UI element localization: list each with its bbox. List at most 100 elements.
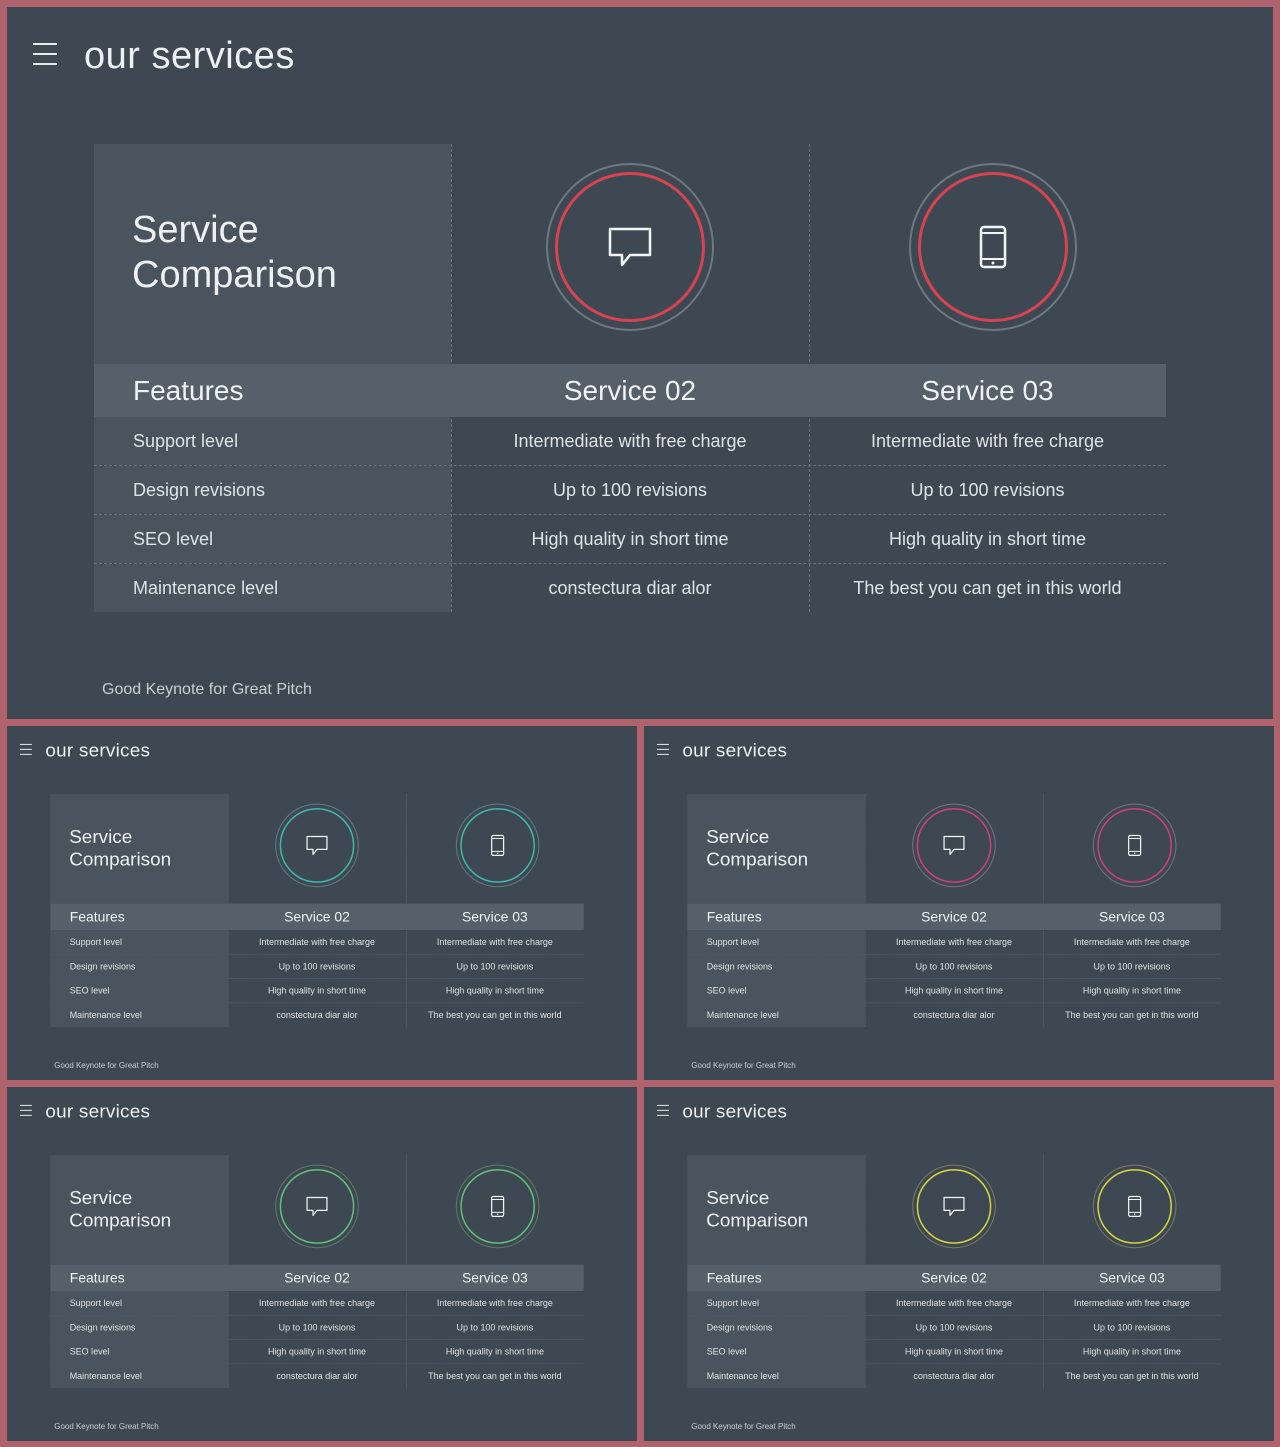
slide-inner: our services Service Comparison Features… — [7, 7, 1273, 719]
service-02-value: High quality in short time — [904, 1346, 1004, 1357]
table-header-row: Features Service 02 Service 03 — [50, 1264, 584, 1292]
mobile-phone-icon — [979, 225, 1007, 269]
service-03-badge — [1092, 1164, 1177, 1249]
table-row: Design revisions Up to 100 revisions Up … — [50, 954, 584, 979]
feature-label: Design revisions — [706, 961, 773, 972]
slide-thumbnail-magenta[interactable]: our services Service Comparison Features… — [644, 726, 1274, 1080]
service-02-value: High quality in short time — [267, 1346, 367, 1357]
feature-label: Support level — [69, 936, 122, 947]
table-row: Support level Intermediate with free cha… — [687, 1291, 1221, 1316]
service-03-value: The best you can get in this world — [1065, 1010, 1199, 1021]
hamburger-menu-icon[interactable] — [656, 1104, 669, 1117]
service-03-value: Up to 100 revisions — [456, 961, 534, 972]
hamburger-menu-icon[interactable] — [33, 43, 57, 67]
header-service-02: Service 02 — [921, 1270, 987, 1286]
table-row: SEO level High quality in short time Hig… — [687, 1339, 1221, 1365]
footer-tagline: Good Keynote for Great Pitch — [691, 1422, 796, 1431]
feature-label: Maintenance level — [706, 1010, 779, 1021]
header-service-03: Service 03 — [1098, 909, 1165, 925]
table-row: Support level Intermediate with free cha… — [50, 930, 584, 955]
service-02-badge — [275, 1164, 359, 1249]
service-02-badge — [546, 163, 714, 331]
service-02-value: Intermediate with free charge — [259, 936, 376, 947]
header-features: Features — [706, 909, 762, 925]
table-row: Maintenance level constectura diar alor … — [50, 1364, 583, 1389]
table-header-row: Features Service 02 Service 03 — [94, 364, 1166, 417]
table-row: SEO level High quality in short time Hig… — [94, 515, 1166, 564]
slide-title: our services — [45, 1100, 151, 1122]
comparison-title: Service Comparison — [69, 1187, 172, 1231]
service-03-value: Intermediate with free charge — [436, 1297, 553, 1308]
header-features: Features — [706, 1270, 762, 1286]
hamburger-menu-icon[interactable] — [19, 1104, 32, 1117]
comparison-table: Service Comparison Features Service 02 S… — [94, 144, 1166, 612]
service-02-value: High quality in short time — [904, 985, 1004, 996]
feature-label: SEO level — [706, 1346, 747, 1357]
table-body: Support level Intermediate with free cha… — [687, 930, 1221, 1028]
slide-inner: our services Service Comparison Features… — [644, 1087, 1274, 1441]
slide-inner: our services Service Comparison Features… — [7, 726, 637, 1080]
slide-inner: our services Service Comparison Features… — [644, 726, 1274, 1080]
table-row: Support level Intermediate with free cha… — [94, 417, 1166, 466]
service-02-value: High quality in short time — [267, 985, 367, 996]
slide-main[interactable]: our services Service Comparison Features… — [7, 7, 1273, 719]
service-03-badge — [455, 1164, 540, 1249]
slide-thumbnail-teal[interactable]: our services Service Comparison Features… — [7, 726, 637, 1080]
feature-label: Support level — [133, 431, 239, 451]
comparison-title: Service Comparison — [706, 1187, 809, 1231]
slide-title: our services — [84, 35, 295, 77]
service-03-value: The best you can get in this world — [1065, 1371, 1199, 1382]
service-02-value: constectura diar alor — [276, 1371, 358, 1382]
table-head-panel: Service Comparison — [50, 1155, 228, 1265]
service-02-value: Up to 100 revisions — [278, 961, 356, 972]
header-service-02: Service 02 — [284, 909, 350, 925]
table-body: Support level Intermediate with free cha… — [687, 1291, 1221, 1389]
feature-label: Design revisions — [133, 480, 266, 500]
chat-bubble-icon — [608, 227, 652, 267]
service-02-value: constectura diar alor — [913, 1010, 995, 1021]
table-head-panel: Service Comparison — [687, 1155, 865, 1265]
hamburger-menu-icon[interactable] — [19, 743, 32, 756]
comparison-table: Service Comparison Features Service 02 S… — [50, 794, 584, 1028]
chat-bubble-icon — [943, 835, 965, 856]
slide-title: our services — [682, 739, 788, 761]
service-02-badge — [912, 803, 996, 888]
table-row: SEO level High quality in short time Hig… — [687, 978, 1221, 1004]
feature-label: SEO level — [706, 985, 747, 996]
slide-thumbnail-green[interactable]: our services Service Comparison Features… — [7, 1087, 637, 1441]
header-service-03: Service 03 — [1098, 1270, 1165, 1286]
service-03-value: High quality in short time — [1082, 1346, 1181, 1357]
footer-tagline: Good Keynote for Great Pitch — [54, 1061, 159, 1070]
table-row: Support level Intermediate with free cha… — [50, 1291, 584, 1316]
feature-label: Support level — [706, 1297, 759, 1308]
table-row: Maintenance level constectura diar alor … — [687, 1003, 1220, 1028]
table-body: Support level Intermediate with free cha… — [50, 1291, 584, 1389]
service-02-value: Up to 100 revisions — [915, 961, 993, 972]
header-features: Features — [133, 375, 244, 406]
table-header-row: Features Service 02 Service 03 — [50, 903, 584, 931]
service-03-badge — [455, 803, 540, 888]
footer-tagline: Good Keynote for Great Pitch — [54, 1422, 159, 1431]
table-row: Maintenance level constectura diar alor … — [687, 1364, 1220, 1389]
feature-label: Design revisions — [69, 1322, 136, 1333]
table-body: Support level Intermediate with free cha… — [50, 930, 584, 1028]
service-02-value: Intermediate with free charge — [896, 936, 1013, 947]
table-row: Maintenance level constectura diar alor … — [94, 564, 1166, 612]
hamburger-menu-icon[interactable] — [656, 743, 669, 756]
mobile-phone-icon — [1128, 834, 1142, 856]
comparison-title: Service Comparison — [69, 826, 172, 870]
table-row: Support level Intermediate with free cha… — [687, 930, 1221, 955]
comparison-table: Service Comparison Features Service 02 S… — [50, 1155, 584, 1389]
slide-thumbnail-yellow[interactable]: our services Service Comparison Features… — [644, 1087, 1274, 1441]
service-02-value: Up to 100 revisions — [915, 1322, 993, 1333]
feature-label: Maintenance level — [69, 1371, 142, 1382]
service-03-value: The best you can get in this world — [428, 1010, 562, 1021]
service-03-value: Intermediate with free charge — [870, 431, 1105, 451]
table-row: Maintenance level constectura diar alor … — [50, 1003, 583, 1028]
header-features: Features — [69, 1270, 125, 1286]
mobile-phone-icon — [491, 834, 505, 856]
service-03-value: The best you can get in this world — [853, 578, 1122, 598]
service-03-badge — [1092, 803, 1177, 888]
table-head-panel: Service Comparison — [94, 144, 451, 364]
header-service-02: Service 02 — [284, 1270, 350, 1286]
